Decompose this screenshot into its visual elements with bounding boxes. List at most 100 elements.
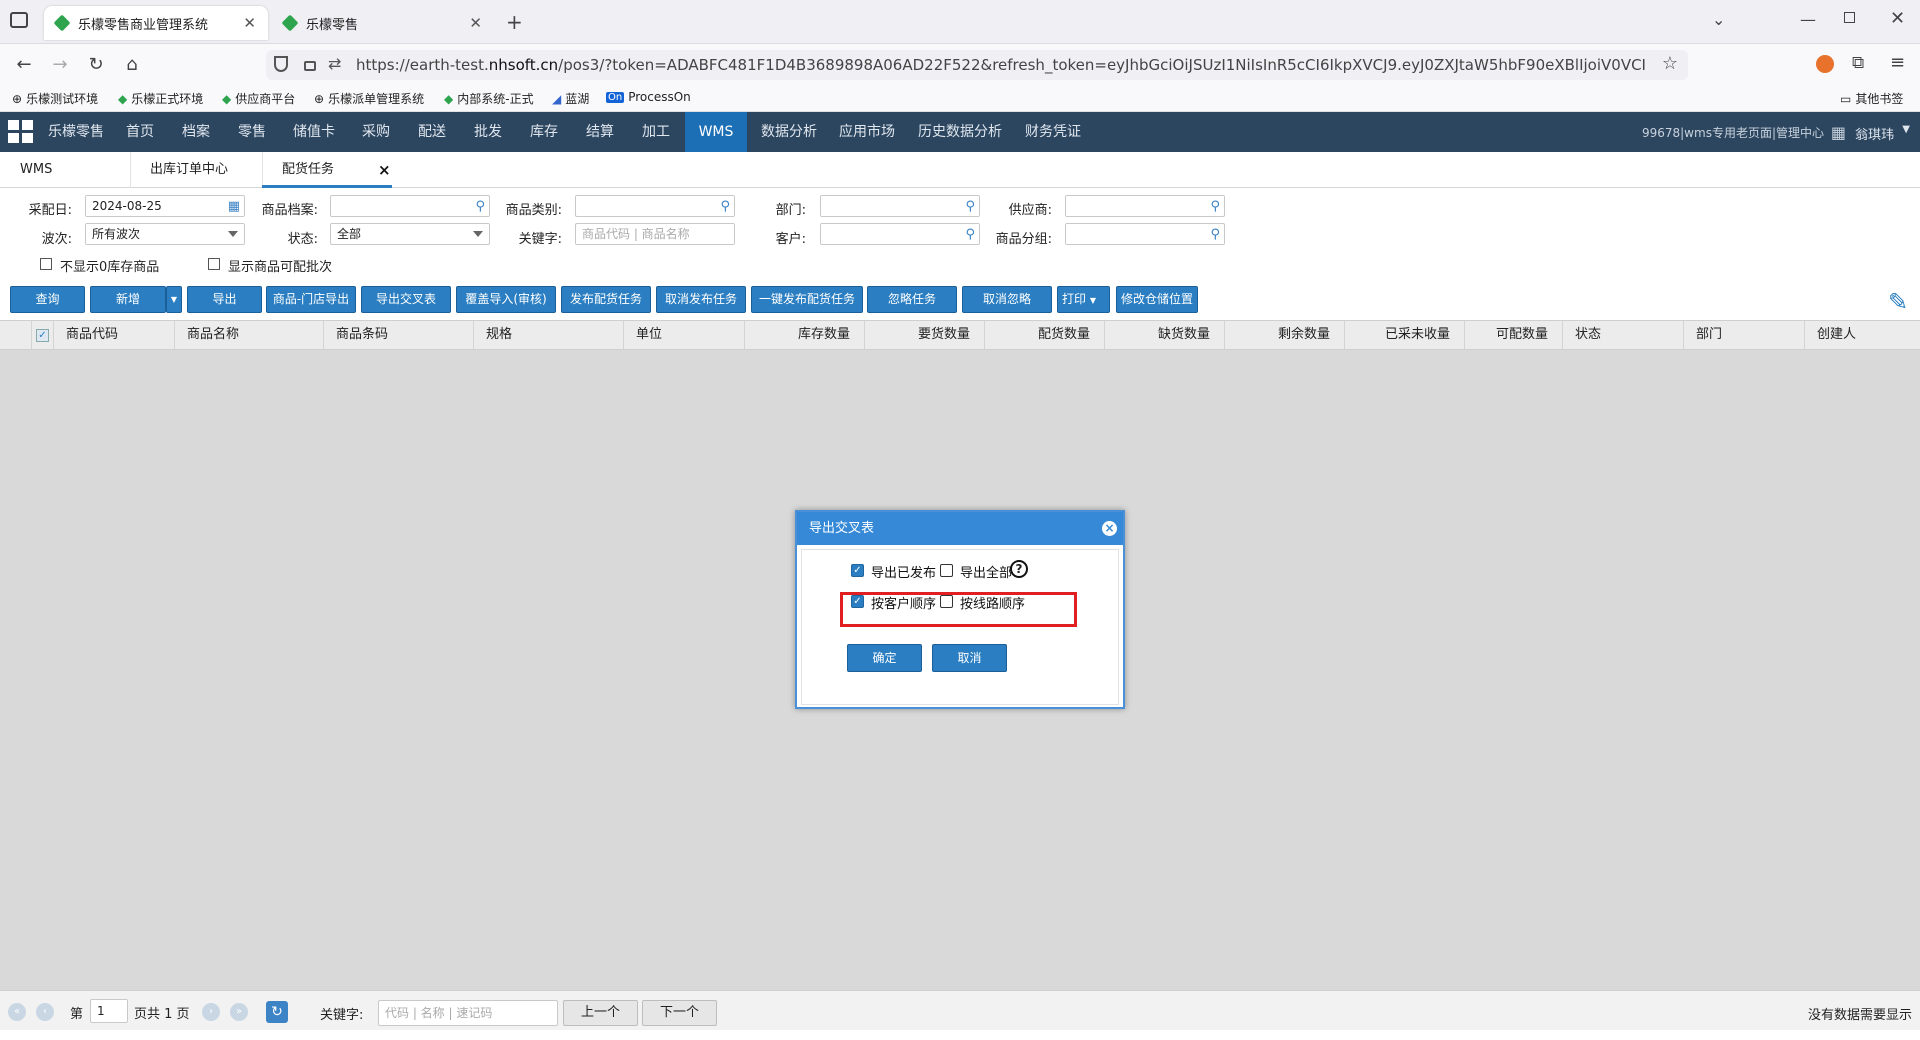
menu-item-archive[interactable]: 档案 [174,112,218,152]
minimize-icon[interactable]: — [1800,10,1816,29]
column-header[interactable]: 商品名称 [175,321,324,349]
browser-tab[interactable]: 乐檬零售 ✕ [272,6,494,40]
edit-icon[interactable]: ✎ [1888,288,1908,316]
cancel-publish-button[interactable]: 取消发布任务 [656,286,746,313]
menu-item-home[interactable]: 首页 [118,112,162,152]
refresh-icon[interactable]: ↻ [266,1001,288,1023]
app-grid-logo[interactable] [8,120,34,144]
date-input[interactable]: 2024-08-25 ▦ [85,195,245,217]
keyword-input[interactable]: 商品代码 | 商品名称 [575,223,735,245]
address-bar[interactable]: ⇄ https://earth-test.nhsoft.cn/pos3/?tok… [266,50,1688,80]
show-batches-checkbox[interactable] [208,258,220,270]
search-icon[interactable]: ⚲ [720,197,730,217]
menu-item-settlement[interactable]: 结算 [578,112,622,152]
chevron-down-icon[interactable] [228,231,238,237]
menu-item-wms[interactable]: WMS [685,112,747,152]
help-icon[interactable]: ? [1010,560,1028,578]
prev-result-button[interactable]: 上一个 [563,1000,638,1026]
menu-item-purchase[interactable]: 采购 [354,112,398,152]
modify-storage-location-button[interactable]: 修改仓储位置 [1116,286,1198,313]
browser-tab-active[interactable]: 乐檬零售商业管理系统 ✕ [44,6,268,40]
bookmark-item[interactable]: ⊕ 乐檬派单管理系统 [314,90,424,107]
publish-task-button[interactable]: 发布配货任务 [561,286,651,313]
menu-icon[interactable]: ≡ [1890,52,1905,73]
search-icon[interactable]: ⚲ [965,225,975,245]
home-icon[interactable]: ⌂ [120,54,144,76]
column-header[interactable]: 配货数量 [985,321,1105,349]
lock-icon[interactable] [304,61,316,71]
supplier-input[interactable]: ⚲ [1065,195,1225,217]
close-window-icon[interactable]: ✕ [1890,8,1905,29]
column-header[interactable]: 单位 [624,321,745,349]
product-store-export-button[interactable]: 商品-门店导出 [266,286,356,313]
tab-list-icon[interactable] [10,12,28,28]
export-all-checkbox[interactable] [940,564,953,577]
column-header[interactable]: 可配数量 [1465,321,1563,349]
confirm-button[interactable]: 确定 [847,644,922,672]
bookmark-item[interactable]: On ProcessOn [606,90,691,104]
menu-item-retail[interactable]: 零售 [230,112,274,152]
menu-item-processing[interactable]: 加工 [634,112,678,152]
column-header[interactable]: 商品代码 [54,321,175,349]
tab-close-icon[interactable]: × [378,161,391,179]
apps-grid-icon[interactable]: ▦ [1831,123,1846,142]
close-icon[interactable]: × [1102,521,1117,536]
customer-input[interactable]: ⚲ [820,223,980,245]
column-header[interactable]: 已采未收量 [1345,321,1465,349]
by-route-checkbox[interactable] [940,595,953,608]
first-page-icon[interactable]: « [8,1003,26,1021]
search-icon[interactable]: ⚲ [1210,225,1220,245]
menu-item-inventory[interactable]: 库存 [522,112,566,152]
column-header[interactable]: 剩余数量 [1225,321,1345,349]
bookmark-item[interactable]: ◆ 内部系统-正式 [444,90,534,107]
forward-icon[interactable]: → [48,54,72,76]
product-group-input[interactable]: ⚲ [1065,223,1225,245]
one-click-publish-button[interactable]: 一键发布配货任务 [751,286,863,313]
page-number-input[interactable]: 1 [90,999,128,1023]
search-icon[interactable]: ⚲ [475,197,485,217]
add-button[interactable]: 新增 [90,286,166,313]
hide-zero-stock-checkbox[interactable] [40,258,52,270]
cancel-ignore-button[interactable]: 取消忽略 [962,286,1052,313]
menu-item-app-market[interactable]: 应用市场 [834,112,900,152]
wave-select[interactable]: 所有波次 [85,223,245,245]
other-bookmarks[interactable]: ▭ 其他书签 [1840,90,1903,107]
menu-item-stored-value-card[interactable]: 储值卡 [286,112,342,152]
next-page-icon[interactable]: › [202,1003,220,1021]
column-header[interactable]: 商品条码 [324,321,474,349]
export-crosstab-button[interactable]: 导出交叉表 [361,286,451,313]
close-tab-icon[interactable]: ✕ [243,14,256,32]
column-header[interactable]: 状态 [1563,321,1684,349]
export-button[interactable]: 导出 [187,286,262,313]
new-tab-button[interactable]: + [506,10,523,34]
product-file-input[interactable]: ⚲ [330,195,490,217]
chevron-down-icon[interactable] [473,231,483,237]
bookmark-item[interactable]: ◆ 乐檬正式环境 [118,90,203,107]
menu-item-finance-voucher[interactable]: 财务凭证 [1020,112,1086,152]
permissions-icon[interactable]: ⇄ [328,54,341,73]
ignore-task-button[interactable]: 忽略任务 [867,286,957,313]
prev-page-icon[interactable]: ‹ [36,1003,54,1021]
by-customer-checkbox[interactable]: ✓ [851,595,864,608]
status-select[interactable]: 全部 [330,223,490,245]
department-input[interactable]: ⚲ [820,195,980,217]
tab-outbound-order-center[interactable]: 出库订单中心 [150,152,228,188]
search-icon[interactable]: ⚲ [965,197,975,217]
menu-item-wholesale[interactable]: 批发 [466,112,510,152]
bookmark-item[interactable]: ◆ 供应商平台 [222,90,295,107]
tab-distribution-task[interactable]: 配货任务 [282,152,334,188]
pager-keyword-input[interactable]: 代码 | 名称 | 速记码 [378,1000,558,1026]
last-page-icon[interactable]: » [230,1003,248,1021]
user-name[interactable]: 翁琪玮 [1855,124,1894,143]
column-header[interactable]: 库存数量 [745,321,865,349]
column-header[interactable]: 创建人 [1805,321,1920,349]
overwrite-import-button[interactable]: 覆盖导入(审核) [456,286,556,313]
menu-item-history-analysis[interactable]: 历史数据分析 [912,112,1008,152]
chevron-down-icon[interactable]: ⌄ [1712,10,1725,29]
reload-icon[interactable]: ↻ [84,54,108,76]
select-all-checkbox[interactable]: ✓ [36,329,49,342]
next-result-button[interactable]: 下一个 [642,1000,717,1026]
product-category-input[interactable]: ⚲ [575,195,735,217]
menu-item-distribution[interactable]: 配送 [410,112,454,152]
shield-icon[interactable] [274,56,288,72]
